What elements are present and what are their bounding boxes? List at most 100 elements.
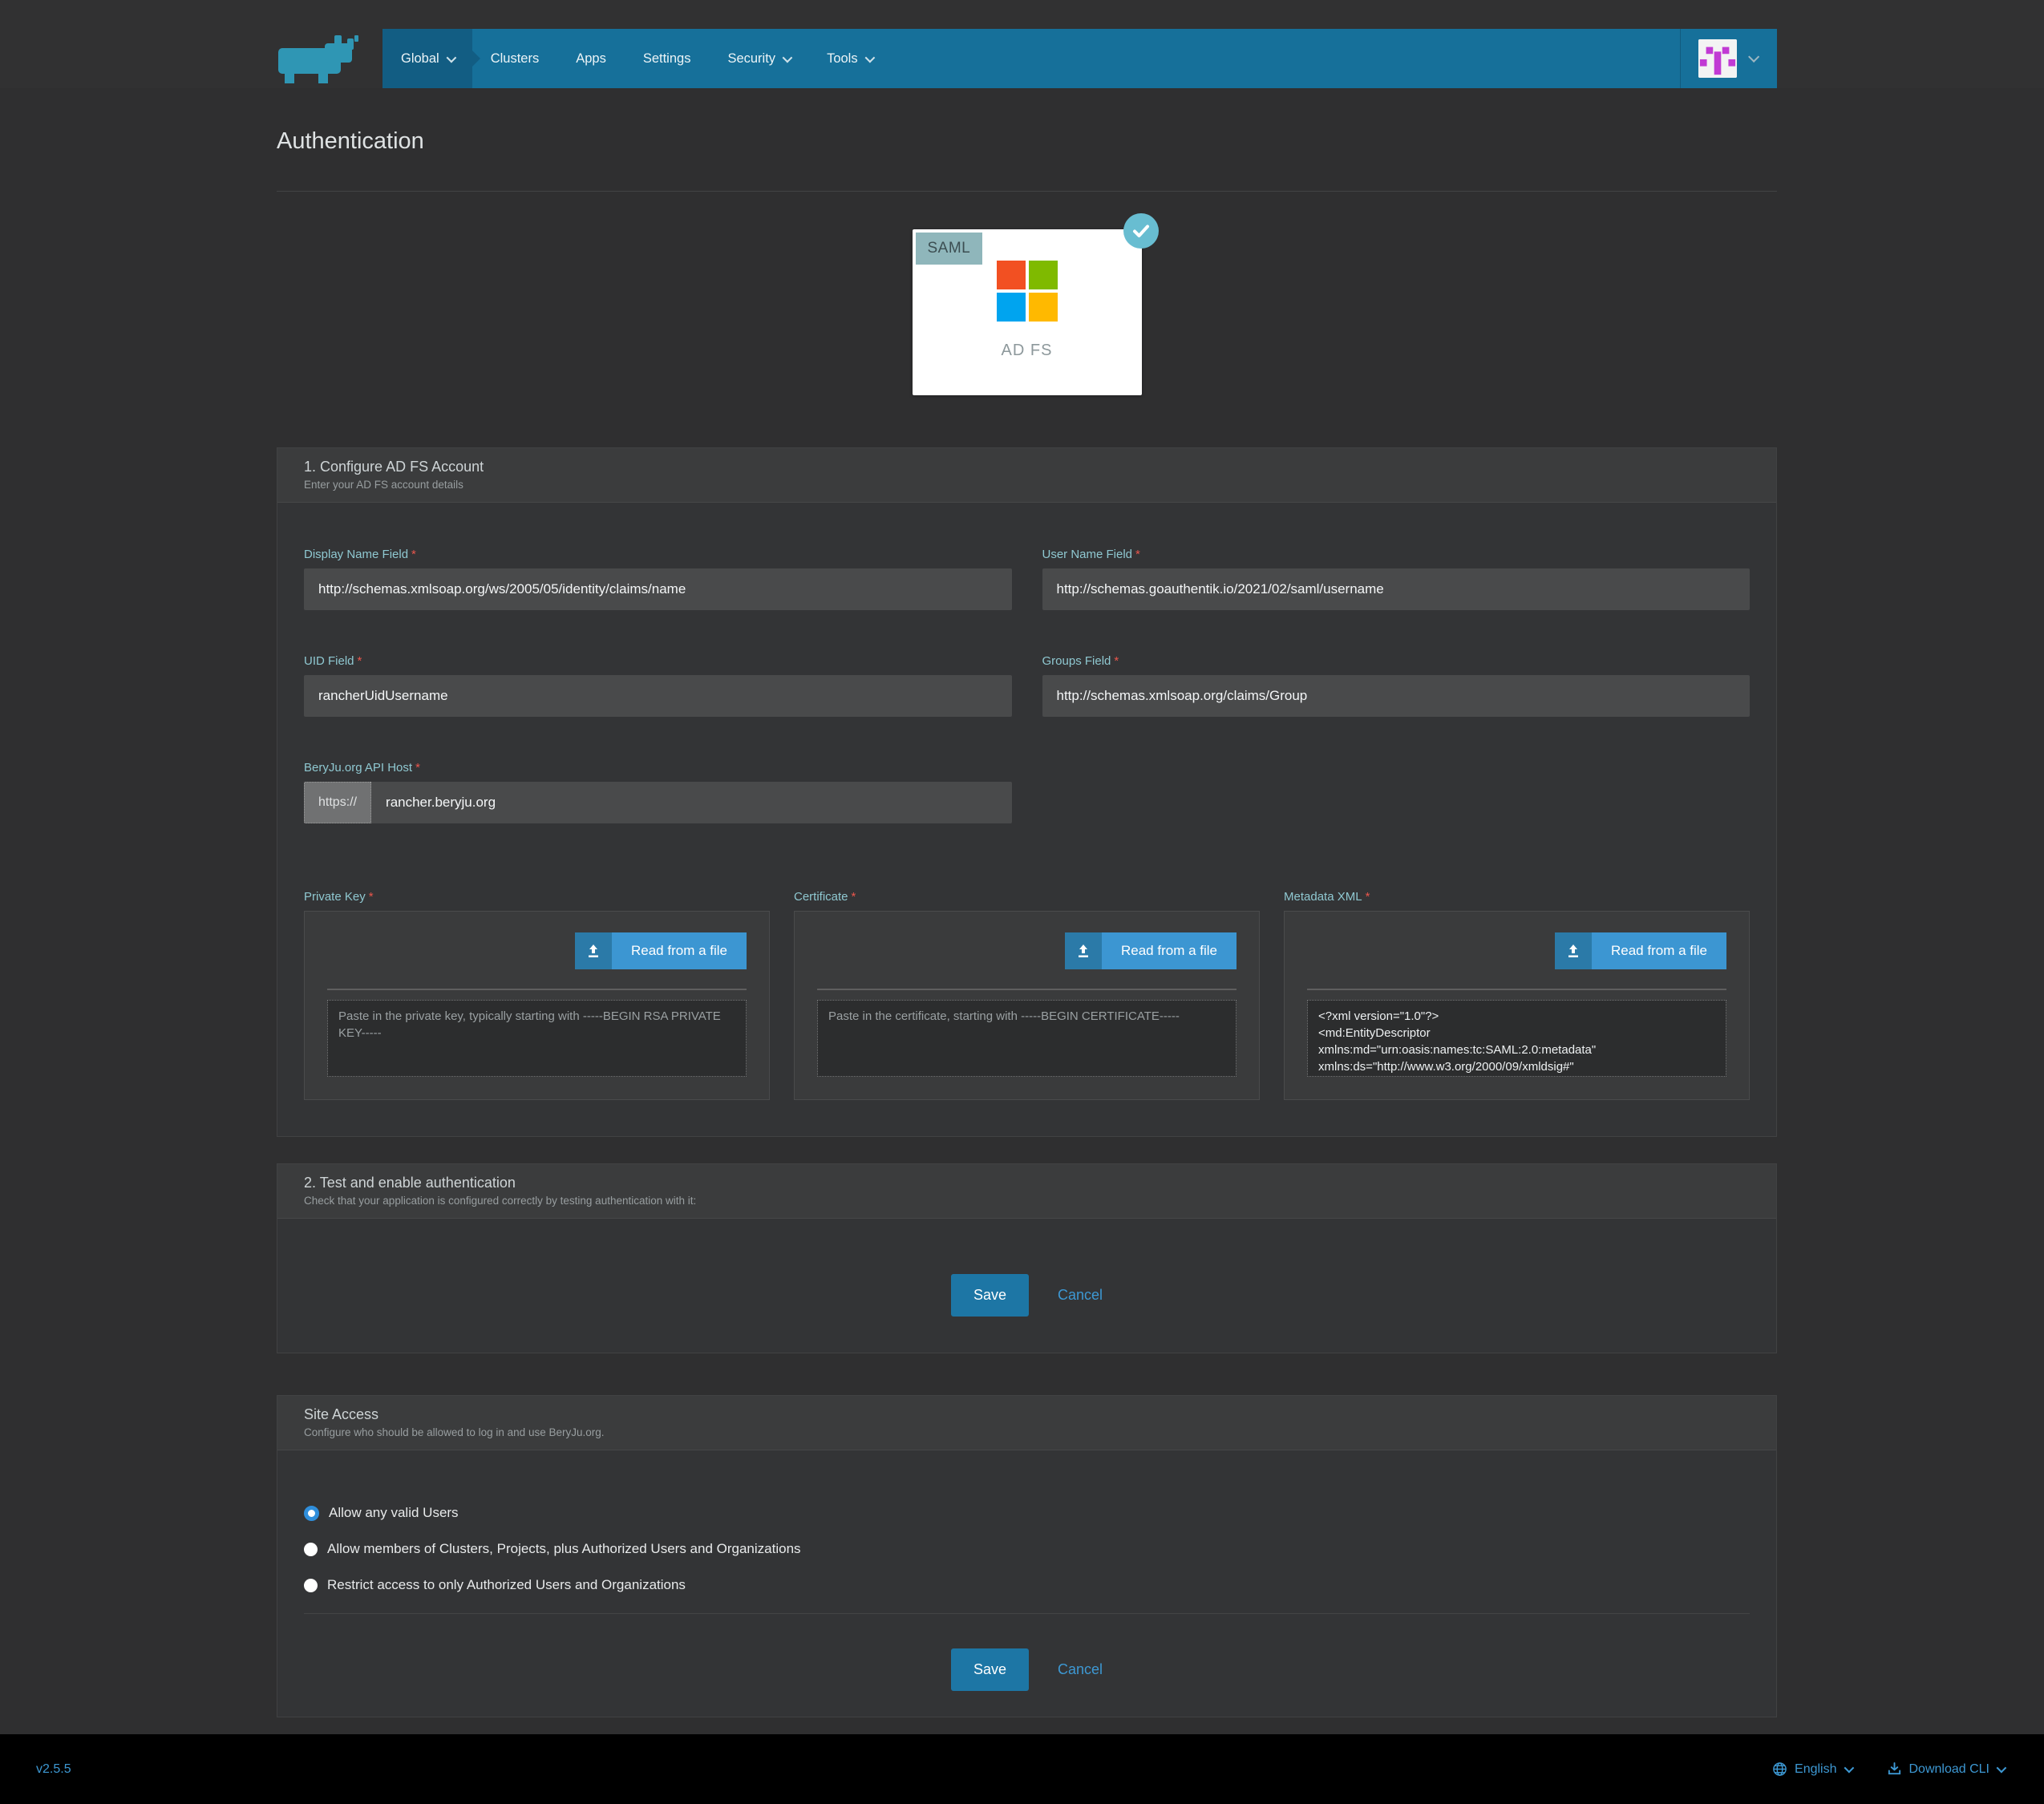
section2-subtitle: Check that your application is configure… xyxy=(304,1195,1750,1207)
site-access-actions: Save Cancel xyxy=(304,1614,1750,1691)
rancher-logo[interactable] xyxy=(277,35,369,85)
provider-card-row: SAML AD FS xyxy=(277,229,1777,395)
chevron-down-icon xyxy=(1844,1763,1854,1774)
active-nav-notch xyxy=(472,51,480,67)
rancher-app: Global Clusters Apps Settings Security xyxy=(0,0,2044,1804)
avatar xyxy=(1698,39,1737,78)
private-key-textarea[interactable] xyxy=(327,1000,747,1077)
microsoft-logo-icon xyxy=(997,261,1058,322)
radio-button-icon xyxy=(304,1579,318,1592)
site-access-body: Allow any valid Users Allow members of C… xyxy=(277,1450,1776,1717)
field-display-name: Display Name Field* xyxy=(304,548,1012,610)
section1-subtitle: Enter your AD FS account details xyxy=(304,479,1750,491)
main-content: Authentication SAML AD FS 1. Configure A… xyxy=(0,128,2044,1717)
nav-item-security[interactable]: Security xyxy=(709,29,808,88)
radio-allow-members-clusters-projects[interactable]: Allow members of Clusters, Projects, plu… xyxy=(304,1541,1750,1557)
private-key-panel: Read from a file xyxy=(304,911,770,1100)
field-uid: UID Field * xyxy=(304,654,1012,717)
private-key-block: Private Key* Read from a file xyxy=(304,890,770,1100)
cancel-link[interactable]: Cancel xyxy=(1058,1661,1103,1678)
cancel-link[interactable]: Cancel xyxy=(1058,1287,1103,1304)
field-groups: Groups Field* xyxy=(1042,654,1751,717)
top-navbar: Global Clusters Apps Settings Security xyxy=(382,29,1777,88)
field-label: UID Field xyxy=(304,654,354,668)
upload-icon xyxy=(1555,932,1592,969)
required-asterisk: * xyxy=(358,654,362,668)
read-file-label: Read from a file xyxy=(612,932,747,969)
https-prefix-addon: https:// xyxy=(304,782,371,823)
nav-item-apps[interactable]: Apps xyxy=(557,29,625,88)
section1-header: 1. Configure AD FS Account Enter your AD… xyxy=(277,448,1776,503)
section2-body: Save Cancel xyxy=(277,1219,1776,1353)
site-access-subtitle: Configure who should be allowed to log i… xyxy=(304,1426,1750,1438)
nav-item-label: Tools xyxy=(827,51,858,67)
section-site-access: Site Access Configure who should be allo… xyxy=(277,1395,1777,1717)
metadata-xml-panel: Read from a file <?xml version="1.0"?> <… xyxy=(1284,911,1750,1100)
required-asterisk: * xyxy=(1135,548,1140,561)
section2-header: 2. Test and enable authentication Check … xyxy=(277,1164,1776,1219)
nav-item-global[interactable]: Global xyxy=(382,29,472,88)
globe-icon xyxy=(1772,1762,1787,1777)
section2-title: 2. Test and enable authentication xyxy=(304,1175,1750,1191)
radio-button-icon xyxy=(304,1506,319,1521)
required-asterisk: * xyxy=(369,890,374,904)
groups-input[interactable] xyxy=(1042,675,1751,717)
field-api-host: BeryJu.org API Host* https:// xyxy=(304,761,1012,823)
header: Global Clusters Apps Settings Security xyxy=(0,0,2044,88)
nav-items: Global Clusters Apps Settings Security xyxy=(382,29,1680,88)
nav-item-label: Apps xyxy=(576,51,606,67)
certificate-read-file-button[interactable]: Read from a file xyxy=(1065,932,1237,969)
section1-title: 1. Configure AD FS Account xyxy=(304,459,1750,475)
radio-restrict-authorized-only[interactable]: Restrict access to only Authorized Users… xyxy=(304,1577,1750,1593)
uid-input[interactable] xyxy=(304,675,1012,717)
nav-item-label: Security xyxy=(727,51,775,67)
radio-allow-any-valid-users[interactable]: Allow any valid Users xyxy=(304,1505,1750,1521)
nav-item-clusters[interactable]: Clusters xyxy=(472,29,558,88)
api-host-input[interactable] xyxy=(371,782,1011,823)
user-name-input[interactable] xyxy=(1042,568,1751,610)
provider-card-adfs[interactable]: SAML AD FS xyxy=(913,229,1142,395)
site-access-header: Site Access Configure who should be allo… xyxy=(277,1396,1776,1450)
nav-item-label: Global xyxy=(401,51,439,67)
radio-label: Restrict access to only Authorized Users… xyxy=(327,1577,686,1593)
save-button[interactable]: Save xyxy=(951,1274,1029,1317)
required-asterisk: * xyxy=(411,548,416,561)
user-menu[interactable] xyxy=(1680,29,1777,88)
nav-item-settings[interactable]: Settings xyxy=(625,29,710,88)
chevron-down-icon xyxy=(446,52,456,63)
field-label: Metadata XML xyxy=(1284,890,1362,904)
selected-check-icon xyxy=(1123,213,1159,249)
field-user-name: User Name Field* xyxy=(1042,548,1751,610)
upload-icon xyxy=(575,932,612,969)
site-access-title: Site Access xyxy=(304,1406,1750,1423)
metadata-read-file-button[interactable]: Read from a file xyxy=(1555,932,1726,969)
field-label: Certificate xyxy=(794,890,848,904)
metadata-xml-textarea[interactable]: <?xml version="1.0"?> <md:EntityDescript… xyxy=(1307,1000,1726,1077)
upload-icon xyxy=(1065,932,1102,969)
download-cli-menu[interactable]: Download CLI xyxy=(1887,1762,2005,1777)
section1-body: Display Name Field* User Name Field* UID… xyxy=(277,503,1776,1136)
nav-item-label: Clusters xyxy=(491,51,540,67)
display-name-input[interactable] xyxy=(304,568,1012,610)
nav-item-tools[interactable]: Tools xyxy=(808,29,891,88)
required-asterisk: * xyxy=(415,761,420,775)
version-link[interactable]: v2.5.5 xyxy=(36,1762,71,1777)
chevron-down-icon xyxy=(1997,1763,2007,1774)
save-button[interactable]: Save xyxy=(951,1648,1029,1691)
certificate-textarea[interactable] xyxy=(817,1000,1237,1077)
divider xyxy=(327,989,747,990)
chevron-down-icon xyxy=(864,52,875,63)
field-label: BeryJu.org API Host xyxy=(304,761,412,775)
section-configure-account: 1. Configure AD FS Account Enter your AD… xyxy=(277,447,1777,1137)
private-key-read-file-button[interactable]: Read from a file xyxy=(575,932,747,969)
metadata-xml-block: Metadata XML* Read from a file xyxy=(1284,890,1750,1100)
language-selector[interactable]: English xyxy=(1772,1762,1851,1777)
field-label: Private Key xyxy=(304,890,366,904)
radio-button-icon xyxy=(304,1543,318,1556)
chevron-down-icon xyxy=(783,52,793,63)
field-label: Display Name Field xyxy=(304,548,408,561)
section-test-authentication: 2. Test and enable authentication Check … xyxy=(277,1163,1777,1353)
nav-item-label: Settings xyxy=(643,51,691,67)
chevron-down-icon xyxy=(1748,51,1759,63)
divider xyxy=(1307,989,1726,990)
